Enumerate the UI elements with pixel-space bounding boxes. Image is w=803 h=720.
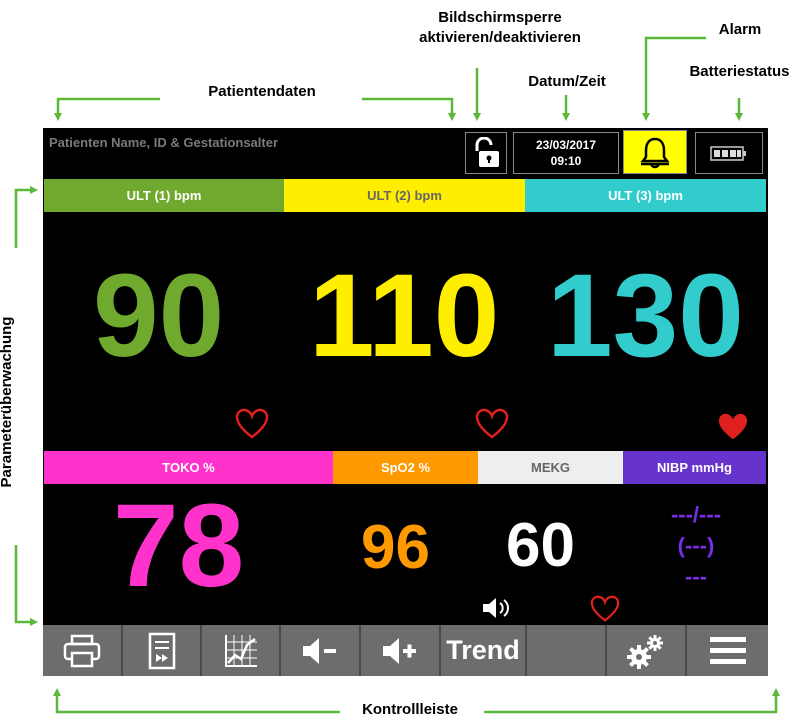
spo2-label: SpO2 % [380, 460, 431, 475]
ult2-header[interactable]: ULT (2) bpm [284, 179, 525, 212]
print-button[interactable] [43, 625, 123, 676]
ult2-heart-icon [475, 408, 509, 439]
empty-button[interactable] [527, 625, 607, 676]
nibp-label: NIBP mmHg [657, 460, 732, 475]
top-bar: Patienten Name, ID & Gestationsalter 23/… [43, 128, 768, 176]
unlocked-padlock-icon [475, 137, 499, 167]
mekg-label: MEKG [531, 460, 570, 475]
annotation-bildschirmsperre: Bildschirmsperre aktivieren/deaktivieren [385, 8, 615, 48]
annotation-parameterueberwachung: Parameterüberwachung [0, 316, 15, 488]
spo2-header[interactable]: SpO2 % [333, 451, 478, 484]
ult3-label: ULT (3) bpm [608, 188, 683, 203]
ult3-heart-filled-icon [718, 413, 748, 440]
gears-icon [627, 634, 663, 669]
bell-icon [640, 137, 670, 169]
mekg-header[interactable]: MEKG [478, 451, 623, 484]
battery-full-icon [710, 146, 746, 161]
ult1-heart-icon [235, 408, 269, 439]
time-text: 09:10 [550, 154, 582, 168]
arrow-param-bottom [14, 545, 38, 626]
report-icon [148, 632, 175, 669]
arrow-patientendaten-left [54, 97, 160, 121]
arrow-patientendaten-right [362, 97, 456, 121]
menu-button[interactable] [687, 625, 768, 676]
trend-button[interactable]: Trend [441, 625, 527, 676]
speaker-icon[interactable] [481, 595, 513, 621]
nibp-line3: --- [685, 564, 707, 589]
mekg-value: 60 [506, 511, 575, 580]
ult1-label: ULT (1) bpm [126, 188, 202, 203]
printer-icon [63, 634, 101, 667]
control-bar: Trend [43, 625, 768, 676]
volume-down-button[interactable] [281, 625, 361, 676]
volume-down-icon [303, 637, 336, 664]
date-text: 23/03/2017 [535, 138, 597, 152]
volume-up-button[interactable] [361, 625, 441, 676]
arrow-ctrl-left [53, 688, 340, 714]
volume-up-icon [383, 637, 416, 664]
nibp-line1: ---/--- [670, 502, 722, 527]
ult2-value: 110 [309, 250, 500, 382]
spo2-value: 96 [361, 513, 430, 582]
annotation-bildschirmsperre-line1: Bildschirmsperre [438, 9, 562, 26]
ult2-label: ULT (2) bpm [367, 188, 442, 203]
arrow-ctrl-right [484, 688, 780, 714]
settings-button[interactable] [607, 625, 687, 676]
chart-icon [224, 634, 257, 667]
annotation-kontrollleiste: Kontrollleiste [362, 701, 458, 718]
annotation-alarm: Alarm [718, 21, 762, 38]
annotation-patientendaten: Patientendaten [208, 83, 316, 100]
nibp-values: ---/--- (---) --- [626, 501, 766, 591]
annotation-bildschirmsperre-line2: aktivieren/deaktivieren [419, 29, 581, 46]
alarm-button[interactable] [623, 130, 687, 174]
screen-lock-button[interactable] [465, 132, 507, 174]
ult3-value: 130 [547, 250, 744, 382]
toko-label: TOKO % [162, 460, 215, 475]
toko-value: 78 [113, 480, 245, 612]
fetal-monitor-screen: Patienten Name, ID & Gestationsalter 23/… [43, 128, 768, 676]
date-time-display[interactable]: 23/03/2017 09:10 [513, 132, 619, 174]
annotation-batteriestatus: Batteriestatus [689, 63, 790, 80]
battery-status [695, 132, 763, 174]
ult1-value: 90 [93, 250, 225, 382]
ult3-header[interactable]: ULT (3) bpm [525, 179, 766, 212]
annotation-datum-zeit: Datum/Zeit [528, 73, 606, 90]
nibp-header[interactable]: NIBP mmHg [623, 451, 766, 484]
patient-info-field[interactable]: Patienten Name, ID & Gestationsalter [49, 135, 278, 150]
mekg-heart-icon [590, 595, 620, 622]
ult1-header[interactable]: ULT (1) bpm [44, 179, 284, 212]
menu-icon [709, 636, 746, 664]
nibp-line2: (---) [677, 533, 715, 558]
trend-label: Trend [446, 635, 520, 665]
report-button[interactable] [123, 625, 202, 676]
arrow-param-top [14, 186, 38, 248]
chart-button[interactable] [202, 625, 281, 676]
